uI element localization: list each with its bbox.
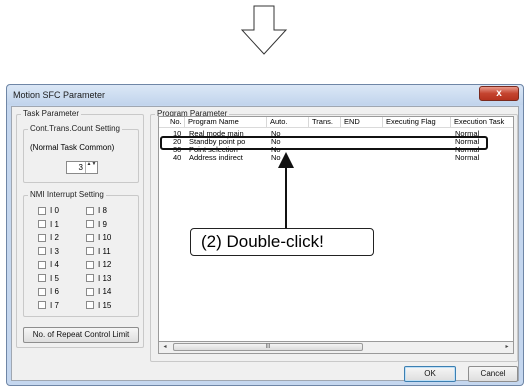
column-header-no[interactable]: No. [167, 117, 185, 127]
scroll-left-icon[interactable]: ◂ [160, 343, 170, 352]
nmi-checkbox[interactable] [86, 233, 94, 242]
nmi-checkbox-label: I 0 [50, 206, 59, 215]
ok-button[interactable]: OK [404, 366, 456, 382]
nmi-checkbox-row[interactable]: I 13 [86, 274, 111, 283]
scroll-right-icon[interactable]: ▸ [502, 343, 512, 352]
close-button[interactable]: x [479, 86, 519, 101]
nmi-checkbox[interactable] [38, 260, 46, 269]
cancel-button[interactable]: Cancel [468, 366, 518, 382]
nmi-checkbox-label: I 7 [50, 300, 59, 310]
window-title: Motion SFC Parameter [13, 90, 106, 100]
nmi-checkbox-label: I 11 [98, 246, 111, 256]
nmi-checkbox-row[interactable]: I 12 [86, 260, 111, 269]
nmi-checkbox-label: I 15 [98, 300, 112, 310]
task-parameter-label: Task Parameter [21, 109, 82, 118]
cell-execution-task: Normal [455, 153, 480, 162]
normal-task-common-text: (Normal Task Common) [30, 143, 115, 152]
nmi-checkbox[interactable] [38, 206, 46, 215]
column-header-end[interactable]: END [341, 117, 383, 127]
nmi-checkbox-row[interactable]: I 1 [38, 220, 59, 229]
task-parameter-group: Task Parameter Cont.Trans.Count Setting … [16, 109, 144, 348]
horizontal-scrollbar[interactable]: ◂ III ▸ [158, 342, 514, 354]
program-list-header: No. Program Name Auto. Trans. END Execut… [159, 117, 513, 128]
nmi-checkbox[interactable] [38, 220, 46, 229]
cont-trans-count-stepper[interactable]: 3 ▲▼ [66, 161, 98, 174]
nmi-checkbox-row[interactable]: I 9 [86, 220, 107, 229]
repeat-control-limit-button[interactable]: No. of Repeat Control Limit [23, 327, 139, 343]
nmi-checkbox[interactable] [38, 274, 46, 283]
nmi-checkbox[interactable] [38, 301, 46, 310]
nmi-checkbox-label: I 3 [50, 246, 59, 256]
nmi-checkbox[interactable] [86, 220, 94, 229]
nmi-checkbox[interactable] [86, 287, 94, 296]
nmi-checkbox-row[interactable]: I 7 [38, 301, 59, 310]
nmi-checkbox[interactable] [86, 247, 94, 256]
nmi-checkbox-label: I 13 [98, 273, 112, 283]
nmi-checkbox-label: I 1 [50, 219, 59, 229]
nmi-checkbox-row[interactable]: I 15 [86, 301, 111, 310]
scrollbar-thumb[interactable]: III [173, 343, 363, 351]
nmi-checkbox-row[interactable]: I 4 [38, 260, 59, 269]
nmi-checkbox-label: I 2 [50, 233, 59, 242]
row-highlight-box [160, 136, 488, 150]
spin-arrows-icon[interactable]: ▲▼ [85, 162, 97, 173]
nmi-checkbox-row[interactable]: I 11 [86, 247, 111, 256]
column-header-trans[interactable]: Trans. [309, 117, 341, 127]
nmi-checkbox-row[interactable]: I 14 [86, 287, 111, 296]
double-click-callout: (2) Double-click! [190, 228, 374, 256]
nmi-checkbox[interactable] [38, 247, 46, 256]
nmi-interrupt-group: NMI Interrupt Setting I 0 I 1 I 2 I 3 I 4 I 5… [23, 190, 139, 317]
nmi-checkbox-row[interactable]: I 3 [38, 247, 59, 256]
nmi-checkbox-row[interactable]: I 10 [86, 233, 111, 242]
nmi-checkbox[interactable] [38, 233, 46, 242]
nmi-checkbox[interactable] [86, 206, 94, 215]
nmi-checkbox-label: I 10 [98, 233, 112, 242]
nmi-checkbox-row[interactable]: I 6 [38, 287, 59, 296]
cont-trans-count-label: Cont.Trans.Count Setting [28, 124, 122, 133]
nmi-checkbox-row[interactable]: I 8 [86, 206, 107, 215]
cell-program-name: Address indirect [189, 153, 243, 162]
down-arrow-icon [240, 5, 288, 55]
nmi-checkbox-row[interactable]: I 0 [38, 206, 59, 215]
nmi-checkbox-label: I 9 [98, 219, 107, 229]
column-header-execution-task[interactable]: Execution Task [451, 117, 513, 127]
nmi-checkbox[interactable] [38, 287, 46, 296]
nmi-checkbox[interactable] [86, 260, 94, 269]
cont-trans-count-group: Cont.Trans.Count Setting (Normal Task Co… [23, 124, 139, 183]
cell-no: 40 [173, 153, 182, 162]
column-header-program-name[interactable]: Program Name [185, 117, 267, 127]
cont-trans-count-value: 3 [78, 163, 83, 172]
nmi-checkbox-row[interactable]: I 2 [38, 233, 59, 242]
nmi-checkbox[interactable] [86, 301, 94, 310]
nmi-checkbox-label: I 4 [50, 260, 59, 269]
nmi-checkbox-label: I 14 [98, 287, 112, 296]
grip-icon: III [265, 344, 271, 350]
nmi-checkbox[interactable] [86, 274, 94, 283]
nmi-checkbox-row[interactable]: I 5 [38, 274, 59, 283]
nmi-checkbox-label: I 12 [98, 260, 112, 269]
nmi-checkbox-label: I 6 [50, 287, 59, 296]
nmi-checkbox-label: I 5 [50, 273, 59, 283]
title-bar: Motion SFC Parameter x [7, 85, 523, 105]
nmi-checkbox-label: I 8 [98, 206, 107, 215]
column-header-executing-flag[interactable]: Executing Flag [383, 117, 451, 127]
up-arrow-icon [278, 152, 294, 228]
column-header-auto[interactable]: Auto. [267, 117, 309, 127]
nmi-interrupt-label: NMI Interrupt Setting [28, 190, 106, 199]
